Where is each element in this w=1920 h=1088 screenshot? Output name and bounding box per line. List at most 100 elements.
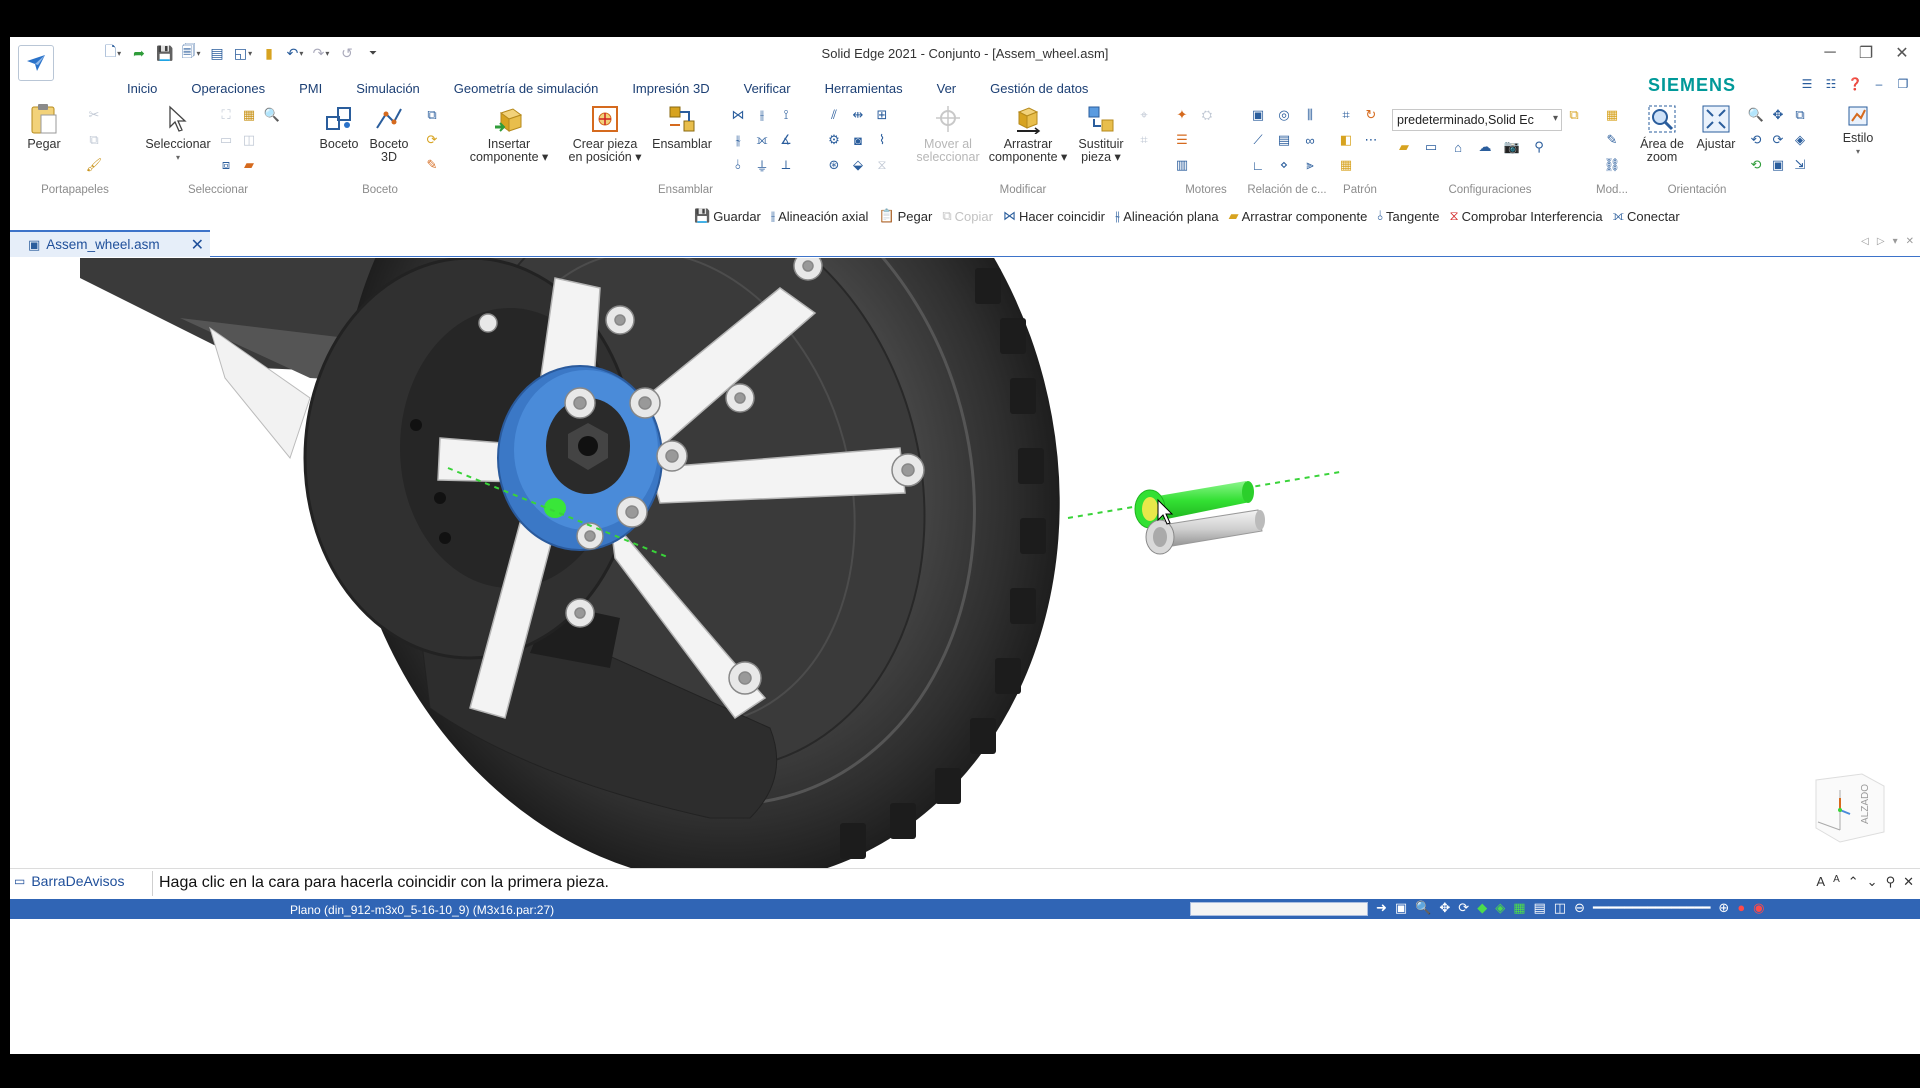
tab-operaciones[interactable]: Operaciones [174, 81, 282, 96]
distance-icon[interactable]: ⇹ [848, 105, 868, 125]
replace-part-button[interactable]: Sustituir pieza ▾ [1072, 103, 1130, 164]
tab-list-icon[interactable]: ▾ [1893, 236, 1898, 247]
prompt-close-icon[interactable]: ✕ [1903, 874, 1914, 890]
zoom-area-button[interactable]: Área de zoom [1636, 103, 1688, 164]
move-selection-button[interactable]: Mover al seleccionar [910, 103, 986, 164]
tab-next-icon[interactable]: ▷ [1877, 236, 1885, 247]
mate-icon[interactable]: ⋈ [728, 105, 748, 125]
tab-geometria-simulacion[interactable]: Geometría de simulación [437, 81, 616, 96]
config-save-icon[interactable]: ⧉ [1564, 105, 1584, 125]
cmd-alineacion-plana[interactable]: ⫳ Alineación plana [1115, 208, 1219, 224]
cmd-hacer-coincidir[interactable]: ⋈ Hacer coincidir [1003, 208, 1105, 224]
config-light-icon[interactable]: ☁ [1475, 137, 1495, 157]
paste-button[interactable]: Pegar [22, 103, 66, 151]
status-pan-icon[interactable]: ✥ [1439, 900, 1450, 916]
rel-angle-icon[interactable]: ∟ [1248, 155, 1268, 175]
status-slider-icon[interactable]: ━━━━━━━━━━━━━━━ [1593, 900, 1710, 916]
view-orient-icon[interactable]: ⧉ [1790, 105, 1810, 125]
help-icon[interactable]: ❓ [1846, 77, 1864, 91]
rel-link-icon[interactable]: ∞ [1300, 130, 1320, 150]
minimize-button[interactable]: ─ [1812, 41, 1848, 65]
tab-ver[interactable]: Ver [920, 81, 974, 96]
cmd-pegar[interactable]: 📋 Pegar [878, 208, 932, 224]
pattern-along-icon[interactable]: ⋯ [1361, 130, 1381, 150]
tab-simulacion[interactable]: Simulación [339, 81, 437, 96]
mirror-icon[interactable]: ◧ [1336, 130, 1356, 150]
status-record-icon[interactable]: ● [1737, 900, 1745, 916]
collapse-icon[interactable]: ⌃ [1848, 874, 1859, 890]
rel-plane-icon[interactable]: ▤ [1274, 130, 1294, 150]
tab-impresion-3d[interactable]: Impresión 3D [615, 81, 726, 96]
look-at-icon[interactable]: ◈ [1790, 130, 1810, 150]
modify-dims-icon[interactable]: ⌖ [1134, 105, 1154, 125]
config-window-icon[interactable]: ▭ [1421, 137, 1441, 157]
insert-relation-icon[interactable]: ⟟ [776, 105, 796, 125]
config-view-icon[interactable]: ⌂ [1448, 137, 1468, 157]
rel-line-icon[interactable]: ⟋ [1248, 130, 1268, 150]
assembly-3d-view[interactable] [10, 258, 1920, 868]
status-stop-icon[interactable]: ◉ [1753, 900, 1764, 916]
status-rotate-icon[interactable]: ⟳ [1458, 900, 1469, 916]
pin-icon[interactable]: ⚲ [1886, 874, 1896, 890]
status-zoom-icon[interactable]: 🔍 [1415, 900, 1431, 916]
sketch-button[interactable]: Boceto [318, 103, 360, 151]
named-view-icon[interactable]: ▣ [1768, 155, 1788, 175]
configuration-select[interactable]: predeterminado,Solid Ec ▾ [1392, 109, 1562, 131]
status-arrow-icon[interactable]: ➜ [1376, 900, 1387, 916]
cmd-tangente[interactable]: ⫰ Tangente [1377, 208, 1439, 224]
close-tab-icon[interactable]: ✕ [191, 235, 204, 255]
command-finder-input[interactable] [1190, 902, 1368, 916]
sketch-3d-button[interactable]: Boceto 3D [368, 103, 410, 164]
tab-verificar[interactable]: Verificar [727, 81, 808, 96]
cmd-guardar[interactable]: 💾 Guardar [694, 208, 761, 224]
pattern-circular-icon[interactable]: ↻ [1361, 105, 1381, 125]
restore-button[interactable]: ❐ [1848, 41, 1884, 65]
axial-align-icon[interactable]: ⫲ [752, 105, 772, 125]
rigid-icon[interactable]: ⟂ [776, 155, 796, 175]
rel-offset-icon[interactable]: ⫸ [1300, 155, 1320, 175]
cmd-conectar[interactable]: ⟗ Conectar [1613, 208, 1680, 224]
rel-face-icon[interactable]: ▣ [1248, 105, 1268, 125]
status-named-view-icon[interactable]: ▤ [1534, 900, 1546, 916]
previous-view-icon[interactable]: ⟲ [1746, 155, 1766, 175]
pan-icon[interactable]: ✥ [1768, 105, 1788, 125]
rotate-icon[interactable]: ⟲ [1746, 130, 1766, 150]
select-hidden-icon[interactable]: ▭ [216, 130, 236, 150]
tab-gestion-datos[interactable]: Gestión de datos [973, 81, 1105, 96]
zoom-icon[interactable]: 🔍 [1746, 105, 1766, 125]
cmd-comprobar-interferencia[interactable]: ⧖ Comprobar Interferencia [1450, 208, 1603, 224]
status-view-icon[interactable]: ▦ [1513, 900, 1525, 916]
rel-parallel-icon[interactable]: ⫼ [1300, 105, 1320, 125]
simulate-motor-icon[interactable]: ⛭ [1197, 105, 1217, 125]
status-fit-icon[interactable]: ▣ [1395, 900, 1407, 916]
model-edit-icon[interactable]: ✎ [1602, 130, 1622, 150]
model-link-icon[interactable]: ⛓ [1602, 155, 1622, 175]
config-display-icon[interactable]: ⚲ [1529, 137, 1549, 157]
planar-align-icon[interactable]: ⫳ [728, 130, 748, 150]
cmd-arrastrar-componente[interactable]: ▰ Arrastrar componente [1229, 208, 1368, 224]
cmd-alineacion-axial[interactable]: ⫲ Alineación axial [771, 208, 869, 224]
status-shaded-edges-icon[interactable]: ◈ [1495, 900, 1505, 916]
rel-point-icon[interactable]: ⋄ [1274, 155, 1294, 175]
tab-inicio[interactable]: Inicio [110, 81, 174, 96]
modify-assign-icon[interactable]: ⌗ [1134, 130, 1154, 150]
angle-icon[interactable]: ∡ [776, 130, 796, 150]
tab-prev-icon[interactable]: ◁ [1861, 236, 1869, 247]
cam-icon[interactable]: ◙ [848, 130, 868, 150]
font-smaller-icon[interactable]: A [1833, 874, 1840, 890]
fit-button[interactable]: Ajustar [1692, 103, 1740, 151]
drag-component-button[interactable]: Arrastrar componente ▾ [988, 103, 1068, 164]
cmd-copiar[interactable]: ⧉ Copiar [942, 208, 993, 224]
paint-format-icon[interactable]: 🖌 [84, 155, 104, 175]
status-shaded-icon[interactable]: ◆ [1477, 900, 1487, 916]
copy-icon[interactable]: ⧉ [84, 130, 104, 150]
insert-component-button[interactable]: Insertar componente ▾ [466, 103, 552, 164]
expand-icon[interactable]: ⌄ [1867, 874, 1878, 890]
tab-herramientas[interactable]: Herramientas [808, 81, 920, 96]
motor-icon[interactable]: ✦ [1172, 105, 1192, 125]
sketch-copy-icon[interactable]: ⧉ [422, 105, 442, 125]
interference-icon[interactable]: ⧖ [872, 155, 892, 175]
center-plane-icon[interactable]: ⊛ [824, 155, 844, 175]
config-camera-icon[interactable]: 📷 [1502, 137, 1522, 157]
select-button[interactable]: Seleccionar ▾ [138, 103, 218, 164]
